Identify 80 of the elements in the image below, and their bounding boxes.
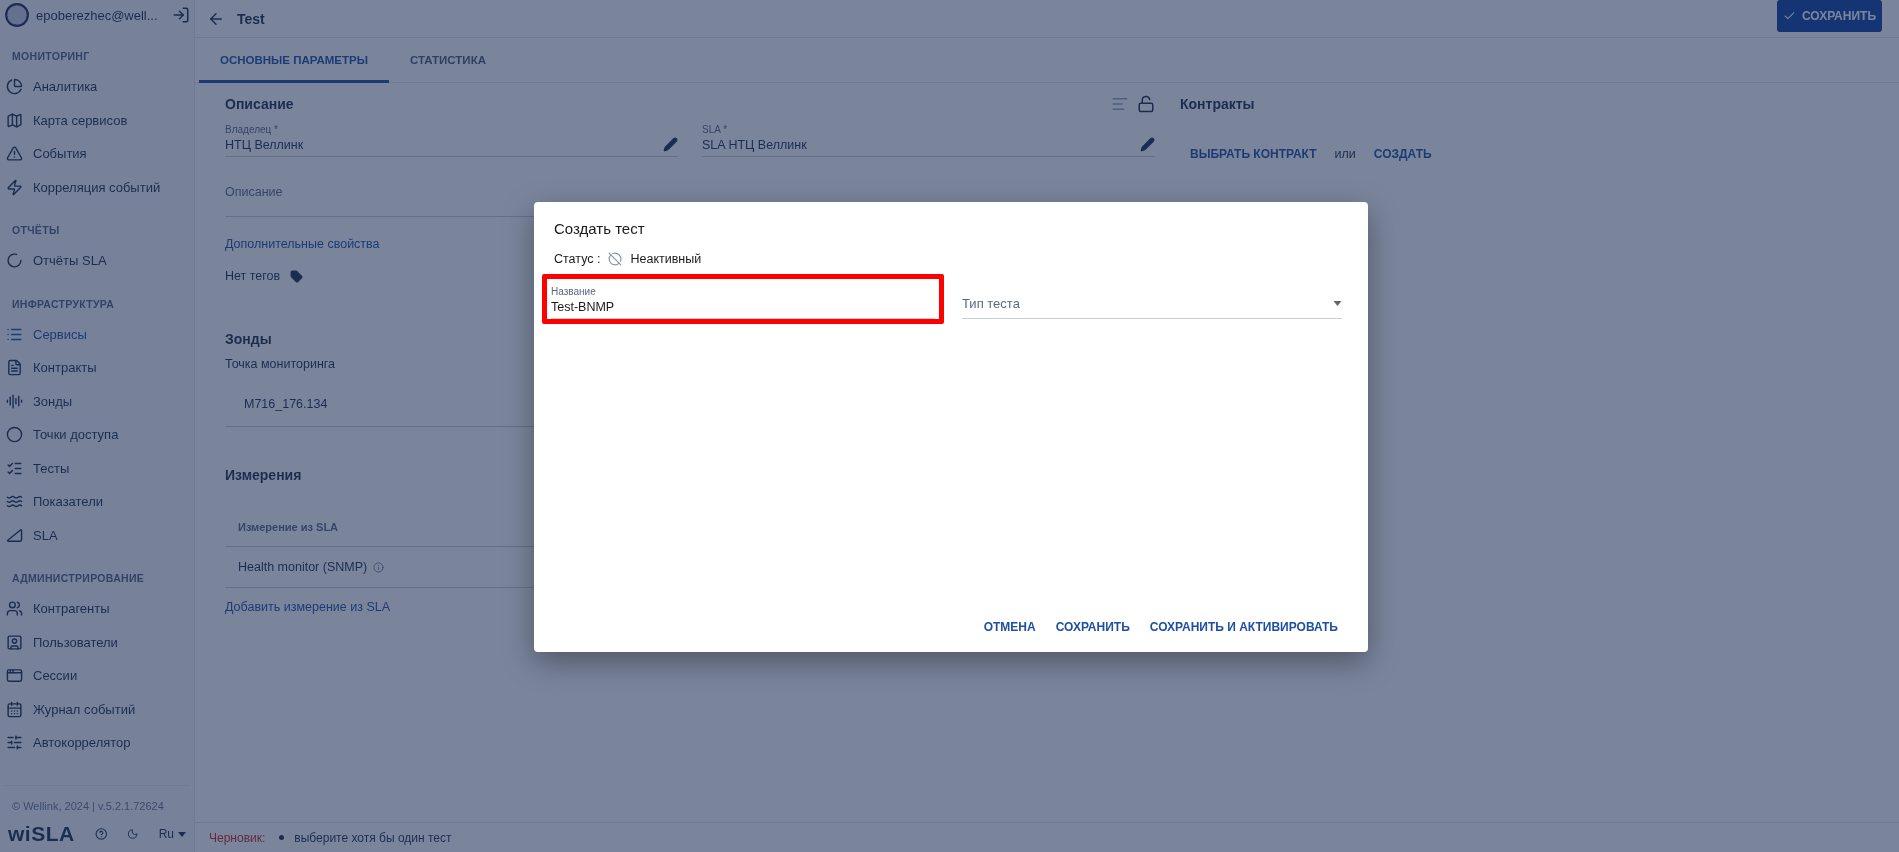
status-value: Неактивный: [630, 252, 702, 266]
dialog-title: Создать тест: [554, 220, 646, 237]
page-title: Test: [237, 10, 266, 27]
map-icon: [6, 111, 23, 129]
pencil-icon: [1140, 137, 1155, 152]
nav-item[interactable]: SLA: [0, 518, 194, 552]
caret-icon: [178, 831, 186, 837]
nav-item[interactable]: Контрагенты: [0, 592, 194, 626]
ring-icon: [6, 252, 23, 270]
nav-item[interactable]: События: [0, 137, 194, 171]
tab[interactable]: ОСНОВНЫЕ ПАРАМЕТРЫ: [199, 39, 389, 83]
table-cell: Health monitor (SNMP): [238, 560, 368, 574]
section-title: МОНИТОРИНГ: [11, 50, 91, 62]
language-select[interactable]: Ru: [158, 827, 186, 841]
nav-item[interactable]: Карта сервисов: [0, 103, 194, 137]
waveform-icon: [6, 392, 23, 410]
test-type-select[interactable]: Тип теста: [962, 279, 1342, 319]
caret-icon: [1333, 301, 1342, 306]
circle-icon: [6, 426, 23, 444]
document-icon: [6, 359, 23, 377]
section-heading: Описание: [225, 96, 294, 112]
sliders-icon: [6, 734, 23, 752]
avatar-icon: [4, 2, 30, 28]
section-heading: Контракты: [1180, 96, 1255, 112]
logo: wiSLA: [8, 822, 75, 846]
unlock-icon[interactable]: [1137, 95, 1155, 113]
dialog-button[interactable]: СОХРАНИТЬ: [1055, 620, 1130, 634]
field-label: Точка мониторинга: [225, 357, 336, 371]
nav-item[interactable]: Пользователи: [0, 625, 194, 659]
nav-item[interactable]: Корреляция событий: [0, 170, 194, 204]
user-email: epoberezhec@well...: [36, 7, 159, 23]
nav-item[interactable]: Сессии: [0, 659, 194, 693]
probe-name: M716_176.134: [244, 396, 328, 411]
info-icon: [373, 561, 385, 573]
name-field[interactable]: Название Test-BNMP: [551, 279, 935, 319]
draft-label: Черновик:: [209, 830, 266, 845]
status-label: Статус :: [554, 252, 601, 266]
logout-icon[interactable]: [172, 6, 190, 24]
nav-item[interactable]: Тесты: [0, 451, 194, 485]
owner-field[interactable]: SLA * SLA НТЦ Веллинк: [702, 121, 1155, 157]
people-icon: [6, 600, 23, 618]
section-heading: Зонды: [225, 331, 273, 347]
additional-properties-link[interactable]: Дополнительные свойства: [225, 237, 380, 251]
tab[interactable]: СТАТИСТИКА: [389, 39, 507, 83]
nav-item[interactable]: Контракты: [0, 351, 194, 385]
choose-contract-button[interactable]: ВЫБРАТЬ КОНТРАКТ: [1190, 147, 1317, 161]
section-title: ОТЧЁТЫ: [11, 224, 61, 236]
window-icon: [6, 667, 23, 685]
nav-item[interactable]: Аналитика: [0, 70, 194, 104]
pie-chart-icon: [6, 78, 23, 96]
save-button[interactable]: СОХРАНИТЬ: [1777, 0, 1882, 32]
calendar-icon: [6, 700, 23, 718]
warning-icon: [6, 145, 23, 163]
create-button[interactable]: СОЗДАТЬ: [1373, 147, 1432, 161]
copyright: © Wellink, 2024 | v.5.2.1.72624: [11, 799, 165, 814]
section-title: ИНФРАСТРУКТУРА: [11, 297, 116, 310]
section-heading: Измерения: [225, 467, 303, 483]
triangle-icon: [6, 526, 23, 544]
nav-item[interactable]: Автокоррелятор: [0, 726, 194, 760]
bullet-icon: [279, 835, 285, 840]
nav-item[interactable]: Сервисы: [0, 317, 194, 351]
section-title: АДМИНИСТРИРОВАНИЕ: [11, 572, 146, 584]
nav-item[interactable]: Зонды: [0, 384, 194, 418]
dialog-button[interactable]: ОТМЕНА: [983, 620, 1036, 634]
column-header: Измерение из SLA: [238, 521, 339, 533]
add-measurement-link[interactable]: Добавить измерение из SLA: [225, 600, 390, 614]
no-tags-text: Нет тегов: [225, 269, 281, 283]
lightning-icon: [6, 178, 23, 196]
dialog-button[interactable]: СОХРАНИТЬ И АКТИВИРОВАТЬ: [1149, 620, 1338, 634]
nav-item[interactable]: Отчёты SLA: [0, 244, 194, 278]
nav-item[interactable]: Показатели: [0, 485, 194, 519]
status-message: выберите хотя бы один тест: [294, 830, 452, 845]
nav-item[interactable]: Точки доступа: [0, 418, 194, 452]
pencil-icon: [663, 137, 678, 152]
nav-item[interactable]: Журнал событий: [0, 692, 194, 726]
or-text: или: [1334, 147, 1356, 161]
user-card-icon: [6, 633, 23, 651]
tag-icon[interactable]: [290, 269, 304, 283]
crossed-circle-icon: [608, 252, 623, 266]
owner-field[interactable]: Владелец * НТЦ Веллинк: [225, 121, 678, 157]
